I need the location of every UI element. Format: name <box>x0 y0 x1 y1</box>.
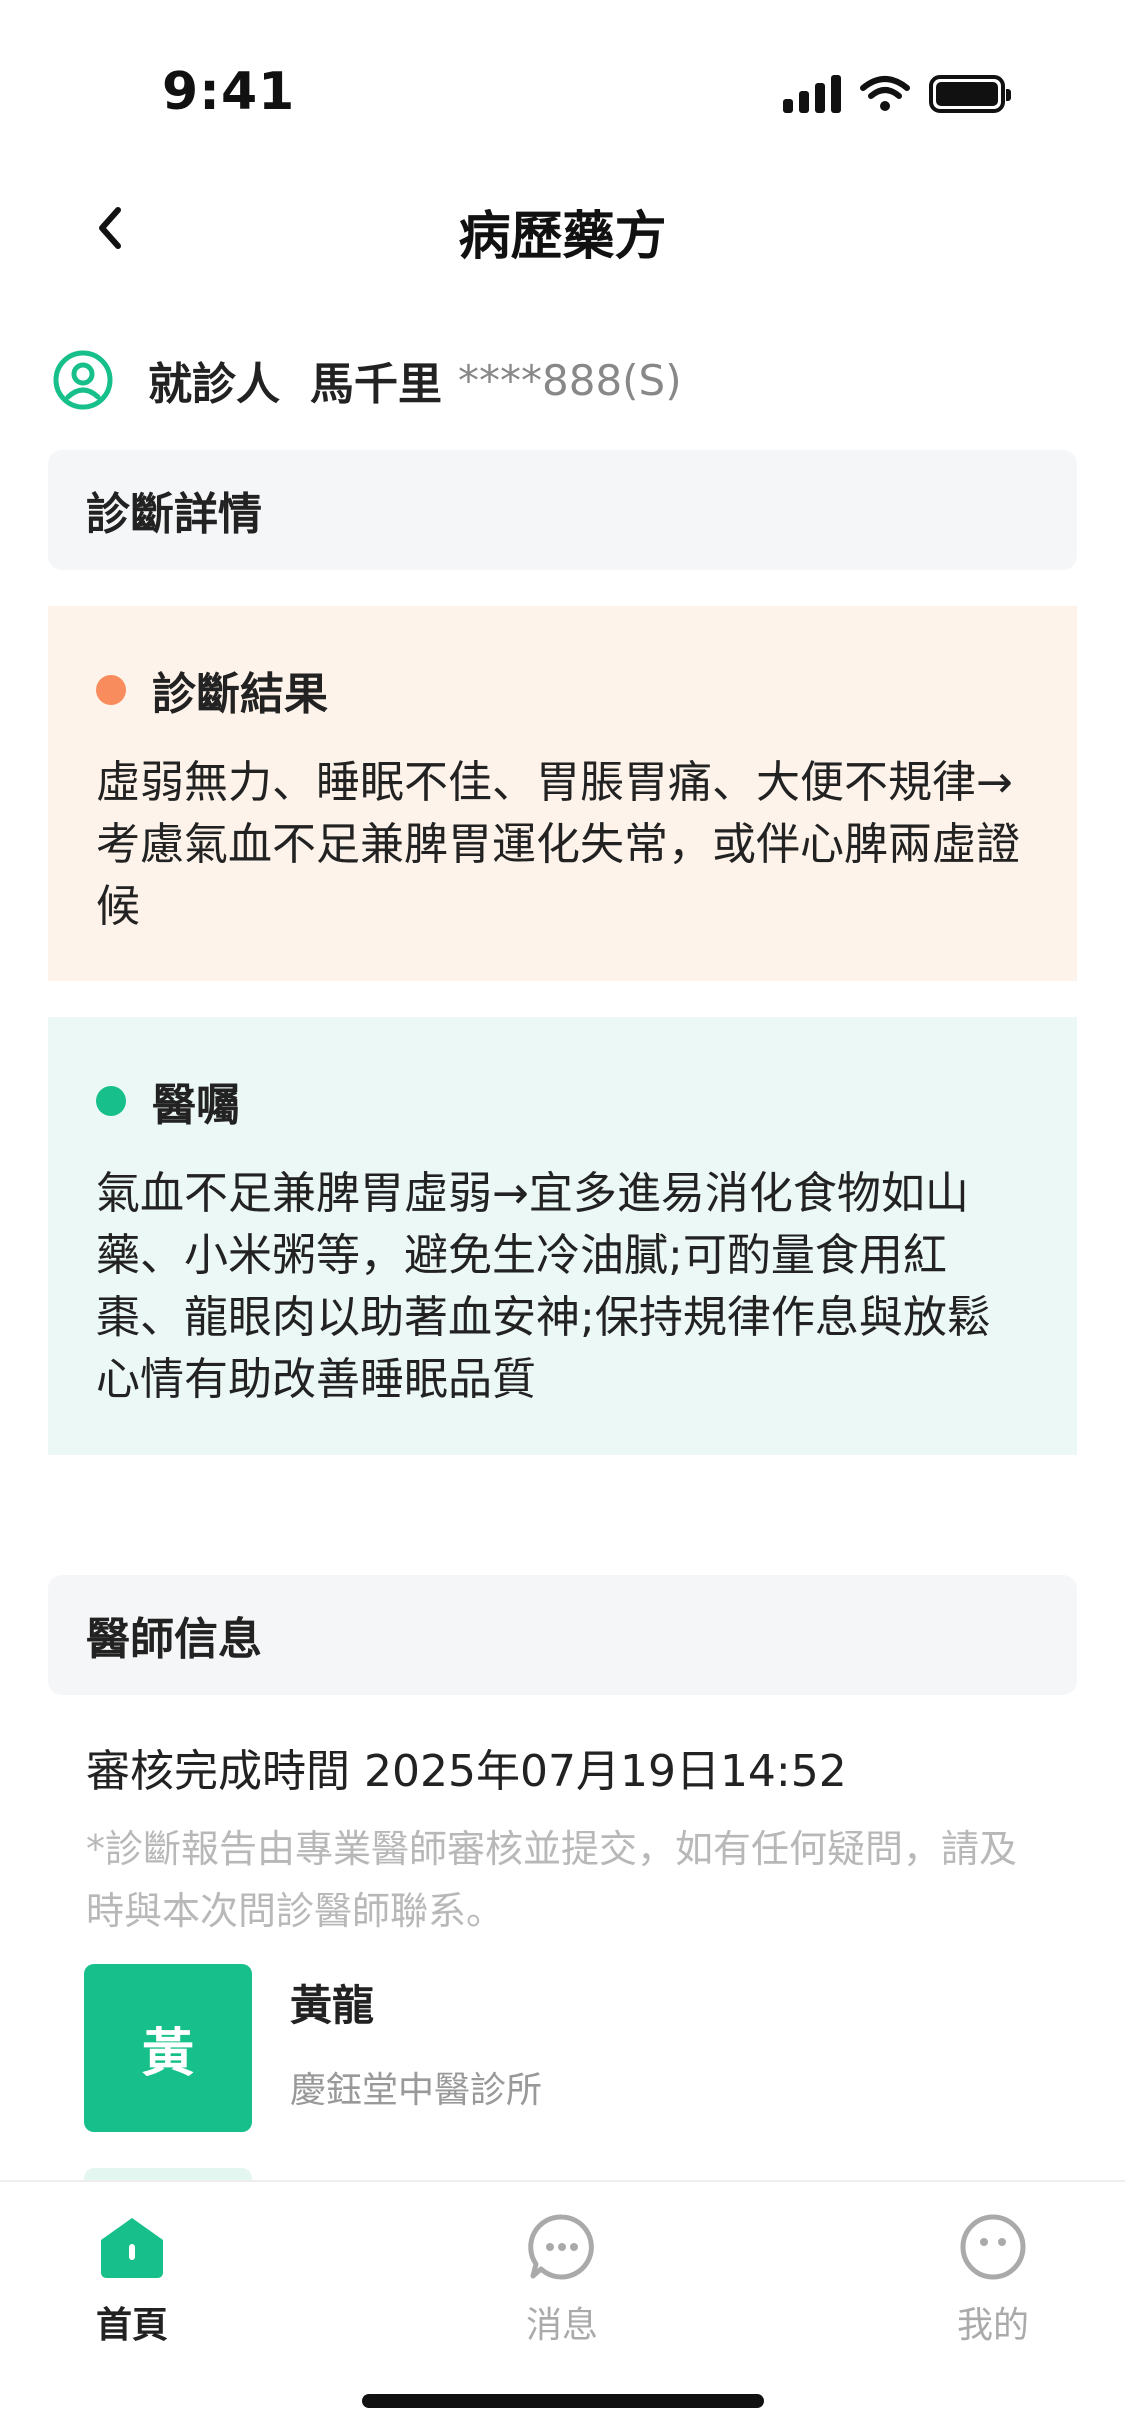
wifi-icon <box>860 76 910 111</box>
user-circle-icon <box>53 350 113 410</box>
doctor-info: 黃龍 慶鈺堂中醫診所 <box>290 1964 542 2132</box>
doctor-row[interactable]: 黃 黃龍 慶鈺堂中醫診所 <box>84 1964 542 2132</box>
diagnosis-details-header: 診斷詳情 <box>48 450 1077 570</box>
cellular-signal-icon <box>783 75 841 113</box>
diagnosis-result-card: 診斷結果 虛弱無力、睡眠不佳、胃脹胃痛、大便不規律→考慮氣血不足兼脾胃運化失常，… <box>48 606 1077 981</box>
diagnosis-result-label: 診斷結果 <box>152 669 328 720</box>
doctor-advice-title: 醫囑 <box>96 1069 1029 1133</box>
doctor-name: 黃龍 <box>290 1981 375 2030</box>
green-dot-icon <box>96 1086 126 1116</box>
tab-profile[interactable]: 我的 <box>913 2212 1073 2348</box>
review-time: 審核完成時間 2025年07月19日14:52 <box>86 1746 847 1797</box>
diagnosis-result-text: 虛弱無力、睡眠不佳、胃脹胃痛、大便不規律→考慮氣血不足兼脾胃運化失常，或伴心脾兩… <box>96 757 1020 932</box>
patient-name: 馬千里 <box>310 359 442 410</box>
diagnosis-result-title: 診斷結果 <box>96 658 1029 722</box>
doctor-advice-text: 氣血不足兼脾胃虛弱→宜多進易消化食物如山藥、小米粥等，避免生冷油膩;可酌量食用紅… <box>96 1168 991 1405</box>
tab-profile-label: 我的 <box>956 2305 1029 2346</box>
patient-id: ****888(S) <box>458 355 682 405</box>
patient-row[interactable]: 就診人 馬千里 ****888(S) <box>52 345 682 415</box>
home-icon <box>101 2218 163 2278</box>
doctor-clinic: 慶鈺堂中醫診所 <box>290 2070 543 2111</box>
review-note: *診斷報告由專業醫師審核並提交，如有任何疑問，請及時與本次問診醫師聯系。 <box>86 1827 1018 1933</box>
doctor-advice-card: 醫囑 氣血不足兼脾胃虛弱→宜多進易消化食物如山藥、小米粥等，避免生冷油膩;可酌量… <box>48 1017 1077 1455</box>
doctor-advice-label: 醫囑 <box>152 1080 240 1131</box>
message-icon <box>528 2214 594 2280</box>
tab-home-label: 首頁 <box>95 2305 168 2346</box>
tab-home[interactable]: 首頁 <box>52 2212 212 2348</box>
status-time: 9:41 <box>162 62 296 122</box>
doctor-info-header: 醫師信息 <box>48 1575 1077 1695</box>
tab-messages[interactable]: 消息 <box>482 2212 642 2348</box>
tab-messages-label: 消息 <box>525 2305 598 2346</box>
profile-icon <box>960 2214 1026 2280</box>
status-icons <box>783 74 1011 114</box>
patient-label: 就診人 <box>148 359 280 410</box>
home-indicator <box>362 2394 764 2408</box>
status-bar: 9:41 <box>0 0 1125 180</box>
orange-dot-icon <box>96 675 126 705</box>
nav-bar: 病歷藥方 <box>0 180 1125 280</box>
page-title: 病歷藥方 <box>458 207 667 267</box>
battery-icon <box>929 75 1011 113</box>
doctor-avatar: 黃 <box>84 1964 252 2132</box>
